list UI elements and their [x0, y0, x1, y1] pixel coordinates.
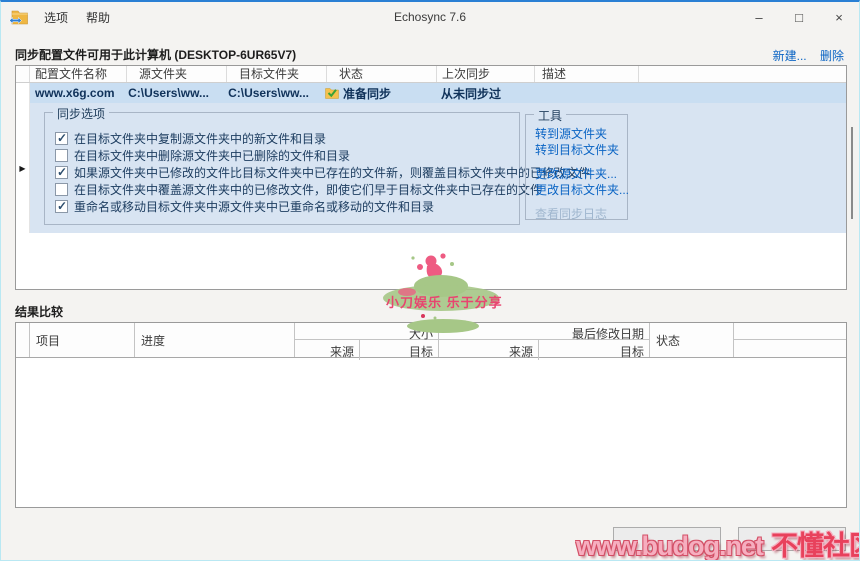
go-to-source-folder-link[interactable]: 转到源文件夹: [535, 127, 627, 141]
profiles-heading: 同步配置文件可用于此计算机 (DESKTOP-6UR65V7): [15, 46, 296, 63]
profile-source-cell: C:\Users\ww...: [113, 86, 213, 100]
col-size-source[interactable]: 来源: [295, 340, 360, 360]
profile-name-cell: www.x6g.com: [30, 86, 113, 100]
results-heading: 结果比较: [15, 303, 63, 320]
new-profile-link[interactable]: 新建...: [773, 49, 807, 63]
col-result-empty: [734, 323, 846, 357]
col-last-sync[interactable]: 上次同步: [437, 66, 535, 82]
folder-check-icon: [325, 87, 339, 99]
col-result-status[interactable]: 状态: [650, 323, 734, 357]
bottom-button-2[interactable]: [738, 527, 846, 551]
col-progress[interactable]: 进度: [135, 323, 295, 357]
detail-panel: 同步选项 在目标文件夹中复制源文件夹中的新文件和目录 在目标文件夹中删除源文件夹…: [30, 103, 846, 233]
results-table-body: [16, 358, 846, 507]
window-title: Echosync 7.6: [1, 10, 859, 24]
sync-option-label: 在目标文件夹中删除源文件夹中已删除的文件和目录: [74, 147, 350, 164]
col-target-folder[interactable]: 目标文件夹: [227, 66, 327, 82]
change-target-folder-link[interactable]: 更改目标文件夹...: [535, 183, 627, 197]
sync-option-label: 在目标文件夹中覆盖源文件夹中的已修改文件，即使它们早于目标文件夹中已存在的文件: [74, 181, 542, 198]
profile-row-cells: www.x6g.com C:\Users\ww... C:\Users\ww..…: [30, 83, 846, 103]
profile-target-cell: C:\Users\ww...: [213, 86, 313, 100]
row-expander-icon[interactable]: ▶: [19, 164, 25, 173]
tools-title: 工具: [534, 107, 566, 124]
sync-option-label: 如果源文件夹中已修改的文件比目标文件夹中已存在的文件新，则覆盖目标文件夹中的已修…: [74, 164, 590, 181]
checkbox-overwrite-always[interactable]: [55, 183, 68, 196]
title-bar: 选项 帮助 Echosync 7.6 – □ ×: [1, 2, 859, 32]
sync-option-label: 重命名或移动目标文件夹中源文件夹中已重命名或移动的文件和目录: [74, 198, 434, 215]
sync-option-row: 重命名或移动目标文件夹中源文件夹中已重命名或移动的文件和目录: [55, 198, 519, 215]
col-item[interactable]: 项目: [30, 323, 135, 357]
change-source-folder-link[interactable]: 更改源文件夹...: [535, 167, 627, 181]
col-modified-target[interactable]: 目标: [539, 340, 649, 360]
col-size-target[interactable]: 目标: [360, 340, 438, 360]
checkbox-rename-moved[interactable]: [55, 200, 68, 213]
checkbox-overwrite-newer[interactable]: [55, 166, 68, 179]
profile-detail: ▶ 同步选项 在目标文件夹中复制源文件夹中的新文件和目录 在目标文件夹中删除源文…: [16, 103, 846, 233]
app-window: 选项 帮助 Echosync 7.6 – □ × 同步配置文件可用于此计算机 (…: [0, 0, 860, 561]
app-folder-sync-icon: [9, 9, 29, 26]
menu-help[interactable]: 帮助: [77, 7, 119, 28]
minimize-icon[interactable]: –: [739, 2, 779, 32]
profiles-table: 配置文件名称 源文件夹 目标文件夹 状态 上次同步 描述 www.x6g.com…: [15, 65, 847, 290]
sync-option-row: 在目标文件夹中覆盖源文件夹中的已修改文件，即使它们早于目标文件夹中已存在的文件: [55, 181, 519, 198]
window-controls: – □ ×: [739, 2, 859, 32]
sync-option-row: 在目标文件夹中删除源文件夹中已删除的文件和目录: [55, 147, 519, 164]
sync-option-row: 如果源文件夹中已修改的文件比目标文件夹中已存在的文件新，则覆盖目标文件夹中的已修…: [55, 164, 519, 181]
profile-row[interactable]: www.x6g.com C:\Users\ww... C:\Users\ww..…: [16, 83, 846, 103]
col-modified-label[interactable]: 最后修改日期: [439, 323, 649, 340]
col-size-label[interactable]: 大小: [295, 323, 438, 340]
scrollbar-thumb[interactable]: [851, 127, 853, 219]
menu-options[interactable]: 选项: [35, 7, 77, 28]
col-modified-source[interactable]: 来源: [439, 340, 539, 360]
header-gutter: [16, 66, 30, 82]
profile-status-cell: 准备同步: [313, 85, 423, 102]
profile-status-text: 准备同步: [343, 85, 391, 102]
col-source-folder[interactable]: 源文件夹: [127, 66, 227, 82]
results-gutter: [16, 323, 30, 357]
results-table-header: 项目 进度 大小 来源 目标 最后修改日期 来源 目标 状态: [16, 323, 846, 358]
detail-gutter: ▶: [16, 103, 30, 233]
go-to-target-folder-link[interactable]: 转到目标文件夹: [535, 143, 627, 157]
col-group-size: 大小 来源 目标: [295, 323, 439, 357]
tools-group: 工具 转到源文件夹 转到目标文件夹 更改源文件夹... 更改目标文件夹... 查…: [525, 114, 628, 220]
watermark-center-text: 小刀娱乐 乐于分享: [386, 295, 503, 310]
close-icon[interactable]: ×: [819, 2, 859, 32]
view-sync-log-link[interactable]: 查看同步日志: [535, 207, 627, 221]
delete-profile-link[interactable]: 删除: [820, 49, 844, 63]
profile-actions: 新建... 删除: [763, 47, 844, 64]
profiles-table-header: 配置文件名称 源文件夹 目标文件夹 状态 上次同步 描述: [16, 66, 846, 83]
col-status[interactable]: 状态: [327, 66, 437, 82]
col-empty: [639, 66, 846, 82]
col-description[interactable]: 描述: [535, 66, 639, 82]
bottom-button-1[interactable]: [613, 527, 721, 551]
checkbox-copy-new[interactable]: [55, 132, 68, 145]
results-table: 项目 进度 大小 来源 目标 最后修改日期 来源 目标 状态: [15, 322, 847, 508]
sync-options-group: 同步选项 在目标文件夹中复制源文件夹中的新文件和目录 在目标文件夹中删除源文件夹…: [44, 112, 520, 225]
profile-lastsync-cell: 从未同步过: [423, 85, 521, 102]
sync-option-label: 在目标文件夹中复制源文件夹中的新文件和目录: [74, 130, 326, 147]
maximize-icon[interactable]: □: [779, 2, 819, 32]
col-profile-name[interactable]: 配置文件名称: [30, 66, 127, 82]
checkbox-delete-removed[interactable]: [55, 149, 68, 162]
col-group-modified: 最后修改日期 来源 目标: [439, 323, 650, 357]
sync-option-row: 在目标文件夹中复制源文件夹中的新文件和目录: [55, 130, 519, 147]
row-gutter: [16, 83, 30, 103]
sync-options-title: 同步选项: [53, 105, 109, 122]
